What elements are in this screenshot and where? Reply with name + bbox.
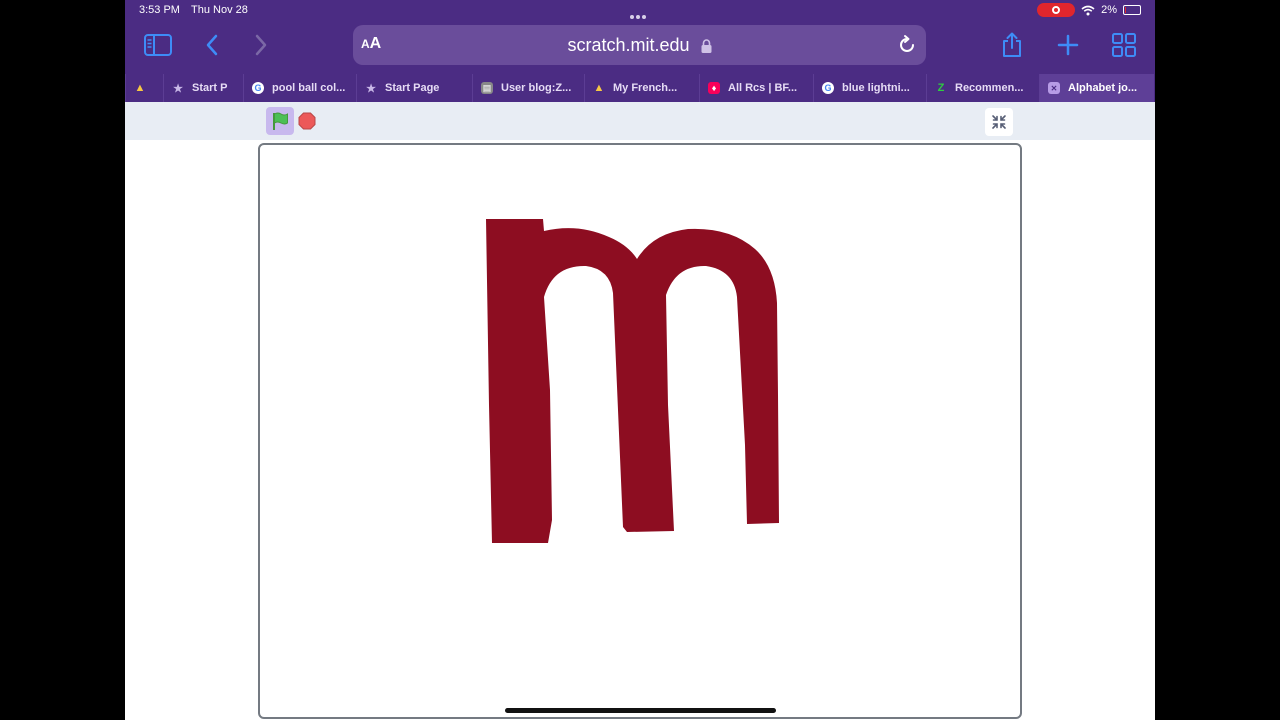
address-bar[interactable]: AA scratch.mit.edu (353, 25, 926, 65)
star-icon: ★ (173, 82, 183, 95)
tab-2[interactable]: Gpool ball col... (243, 74, 356, 102)
tab-1[interactable]: ★ Start P (163, 74, 243, 102)
scratch-cat-icon: ▲ (134, 82, 146, 94)
safari-chrome: 3:53 PM Thu Nov 28 2% AA scratch.mit.edu… (125, 0, 1155, 102)
ipad-screen: 3:53 PM Thu Nov 28 2% AA scratch.mit.edu… (125, 0, 1155, 720)
google-icon: G (252, 82, 264, 94)
url-display[interactable]: scratch.mit.edu (353, 35, 926, 56)
status-indicators: 2% (1037, 0, 1141, 20)
tab-8[interactable]: Z Recommen... (926, 74, 1039, 102)
back-button[interactable] (197, 30, 227, 60)
tab-title: Start Page (385, 82, 440, 94)
close-tab-icon[interactable]: ✕ (1048, 82, 1060, 94)
green-flag-icon (273, 112, 288, 130)
new-tab-button[interactable] (1053, 30, 1083, 60)
letter-m-sprite[interactable] (260, 145, 1020, 717)
google-icon: G (822, 82, 834, 94)
stop-button[interactable] (298, 112, 316, 130)
letter-m-shape (486, 219, 779, 543)
tab-title: pool ball col... (272, 82, 346, 94)
tab-9[interactable]: ✕ Alphabet jo... (1039, 74, 1154, 102)
share-icon (1003, 32, 1021, 57)
home-indicator[interactable] (505, 708, 776, 713)
tab-3[interactable]: ★ Start Page (356, 74, 472, 102)
status-time: 3:53 PM (139, 4, 180, 16)
tab-title: blue lightni... (842, 82, 910, 94)
exit-fullscreen-icon (992, 115, 1006, 129)
reload-icon[interactable] (896, 34, 918, 56)
tab-title: All Rcs | BF... (728, 82, 798, 94)
tab-6[interactable]: ♦ All Rcs | BF... (699, 74, 813, 102)
multitasking-dots-icon[interactable] (630, 6, 650, 19)
lock-icon (701, 39, 712, 54)
tab-7[interactable]: Gblue lightni... (813, 74, 926, 102)
tab-4[interactable]: ▤ User blog:Z... (472, 74, 584, 102)
sidebar-toggle-button[interactable] (143, 30, 173, 60)
plus-icon (1057, 34, 1079, 56)
tab-title: Recommen... (955, 82, 1024, 94)
status-date: Thu Nov 28 (191, 4, 248, 16)
star-icon: ★ (366, 82, 376, 95)
tab-5[interactable]: ▲ My French... (584, 74, 699, 102)
fandom-fire-icon: ♦ (708, 82, 720, 94)
share-button[interactable] (997, 30, 1027, 60)
green-flag-button[interactable] (266, 107, 294, 135)
battery-percent: 2% (1101, 4, 1117, 16)
tab-title: Alphabet jo... (1068, 82, 1138, 94)
tab-bar: ▲ ★ Start P Gpool ball col... ★ Start Page ▤ Us… (125, 74, 1155, 102)
tab-grid-icon (1112, 33, 1136, 57)
chevron-left-icon (206, 34, 218, 56)
fandom-page-icon: ▤ (481, 82, 493, 94)
screen-recording-icon (1037, 3, 1076, 17)
scratch-stage[interactable] (258, 143, 1022, 719)
battery-icon (1123, 5, 1141, 15)
sidebar-icon (144, 34, 172, 56)
wifi-icon (1081, 5, 1095, 15)
url-text: scratch.mit.edu (567, 35, 690, 55)
forward-button[interactable] (246, 30, 276, 60)
z-logo-icon: Z (937, 82, 945, 94)
tab-0[interactable]: ▲ (125, 74, 163, 102)
scratch-cat-icon: ▲ (593, 82, 605, 94)
tab-title: User blog:Z... (501, 82, 572, 94)
exit-fullscreen-button[interactable] (985, 108, 1013, 136)
scratch-controls-bar (125, 102, 1155, 140)
chevron-right-icon (255, 34, 267, 56)
tab-title: My French... (613, 82, 678, 94)
tab-title: Start P (192, 82, 228, 94)
tab-overview-button[interactable] (1109, 30, 1139, 60)
